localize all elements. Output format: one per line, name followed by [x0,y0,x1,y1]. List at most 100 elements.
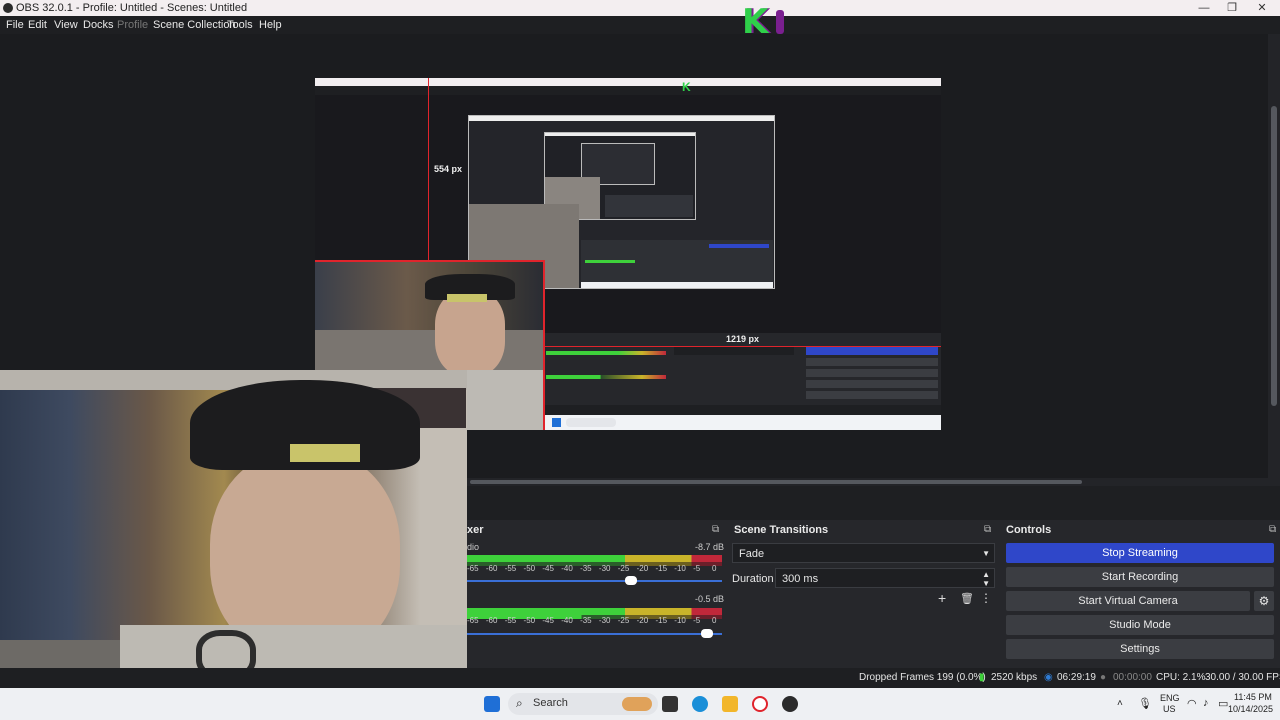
menu-docks[interactable]: Docks [83,16,114,34]
mixer-scale-tick: -50 [523,564,536,573]
close-button[interactable]: ✕ [1248,0,1276,16]
duration-label: Duration [732,573,774,585]
nested-meter [585,260,635,263]
menu-profile[interactable]: Profile [117,16,148,34]
edge-browser-icon[interactable] [692,696,708,712]
mixer-scale-tick: -55 [504,564,517,573]
more-options-icon[interactable]: ⋮ [980,591,992,605]
selection-width-label: 1219 px [726,334,760,344]
task-view-icon[interactable] [662,696,678,712]
studio-mode-button[interactable]: Studio Mode [1006,615,1274,635]
clock-time[interactable]: 11:45 PM [1234,692,1272,702]
mixer-scale-tick: 0 [712,564,717,573]
overlay-logo: K [740,4,794,40]
selection-box-right [543,260,545,430]
mixer-scale-tick: -10 [674,564,686,573]
stream-time: 06:29:19 [1057,672,1096,683]
start-recording-button[interactable]: Start Recording [1006,567,1274,587]
mixer-channel2-volume-track[interactable] [467,633,722,635]
maximize-button[interactable]: ❐ [1218,0,1246,16]
start-virtual-camera-button[interactable]: Start Virtual Camera [1006,591,1250,611]
menu-help[interactable]: Help [259,16,282,34]
scrollbar-thumb[interactable] [470,480,1082,484]
mixer-scale-tick: -30 [598,616,611,625]
windows-taskbar: ⌕ Search ˄ ENG US 🎙 ◠ ♪ ▭ 11:45 PM 10/14… [0,688,1280,720]
mixer-channel1-meter [467,555,722,562]
selection-guide-vertical [428,78,429,260]
minimize-button[interactable]: — [1190,0,1218,16]
nested-docks [581,240,773,282]
captured-taskbar [544,415,941,430]
captured-cap-band [447,294,487,302]
status-bar: Dropped Frames 199 (0.0%) ▮ 2520 kbps ◉ … [0,668,1280,688]
nested-title-bar [545,133,695,136]
mixer-scale-tick: -15 [655,564,668,573]
battery-icon[interactable]: ▭ [1218,697,1228,710]
menu-edit[interactable]: Edit [28,16,47,34]
language-bottom[interactable]: US [1163,704,1176,714]
chevron-up-icon[interactable]: ˄ [1117,698,1123,709]
captured-overlay-logo: K [682,80,691,94]
mixer-channel2-db: -0.5 dB [695,594,725,604]
bitrate: 2520 kbps [991,672,1038,683]
preview-vertical-scrollbar[interactable] [1268,34,1280,486]
obs-app-icon [3,3,13,13]
clock-date[interactable]: 10/14/2025 [1228,704,1273,714]
virtual-camera-settings-gear-icon[interactable]: ⚙ [1254,591,1274,611]
mixer-scale-tick: -20 [636,564,649,573]
wifi-icon[interactable]: ◠ [1187,697,1197,710]
window-title: OBS 32.0.1 - Profile: Untitled - Scenes:… [16,2,248,14]
dock-undock-icon[interactable]: ⧉ [984,524,991,535]
docks-area: xer ⧉ dio -8.7 dB -65 -60 -55 -50 -45 -40 -35-… [467,520,1280,668]
webcam-ceiling [0,370,467,390]
captured-windows-icon [552,418,561,427]
microphone-icon[interactable]: 🎙 [1138,697,1152,710]
mixer-channel2-volume-slider[interactable] [701,629,713,638]
mixer-channel1-name: dio [467,542,480,552]
volume-icon[interactable]: ♪ [1203,697,1209,709]
mixer-scale-tick: -25 [617,616,630,625]
dock-undock-icon[interactable]: ⧉ [1269,524,1276,535]
mixer-channel1-db: -8.7 dB [695,542,725,552]
menu-bar: File Edit View Docks Profile Scene Colle… [0,16,1280,34]
trash-icon[interactable]: 🗑 [960,592,974,605]
file-explorer-icon[interactable] [722,696,738,712]
duration-input[interactable]: 300 ms ▲ ▼ [775,568,995,588]
scrollbar-thumb[interactable] [1271,106,1277,406]
taskbar-search-box[interactable]: ⌕ Search [508,693,658,715]
mixer-scale-tick: -25 [617,564,630,573]
dropped-frames: Dropped Frames 199 (0.0%) [859,672,986,683]
mixer-scale-tick: -35 [580,616,592,625]
transition-select-value: Fade [739,548,765,560]
stop-streaming-button[interactable]: Stop Streaming [1006,543,1274,563]
mixer-scale-tick: -5 [693,616,701,625]
mixer-channel2-meter [467,608,722,615]
menu-scene-collection[interactable]: Scene Collection [153,16,236,34]
selection-box-top [315,260,544,262]
nested-taskbar [581,282,773,288]
add-transition-icon[interactable]: + [938,590,946,606]
captured-meter-2 [546,375,666,379]
language-top[interactable]: ENG [1160,693,1180,703]
captured-title-bar [315,78,941,86]
mixer-scale-tick: -15 [655,616,668,625]
record-icon: ● [1100,672,1107,683]
windows-start-icon[interactable] [484,696,500,712]
obs-taskbar-icon[interactable] [782,696,798,712]
audio-mixer-title: xer [467,524,484,536]
menu-tools[interactable]: Tools [227,16,253,34]
taskbar-search-placeholder: Search [533,697,568,709]
opera-browser-icon[interactable] [752,696,768,712]
mixer-channel1-volume-track[interactable] [467,580,722,582]
transition-select[interactable]: Fade ▼ [732,543,995,563]
nested-stop-streaming [709,244,769,248]
settings-button[interactable]: Settings [1006,639,1274,659]
mixer-channel1-volume-slider[interactable] [625,576,637,585]
nested-title-bar [469,116,774,121]
menu-view[interactable]: View [54,16,78,34]
signal-bars-icon: ▮ [979,672,985,683]
mixer-scale-tick: -40 [561,564,573,573]
dock-undock-icon[interactable]: ⧉ [712,524,719,535]
captured-settings [806,391,938,399]
menu-file[interactable]: File [6,16,24,34]
